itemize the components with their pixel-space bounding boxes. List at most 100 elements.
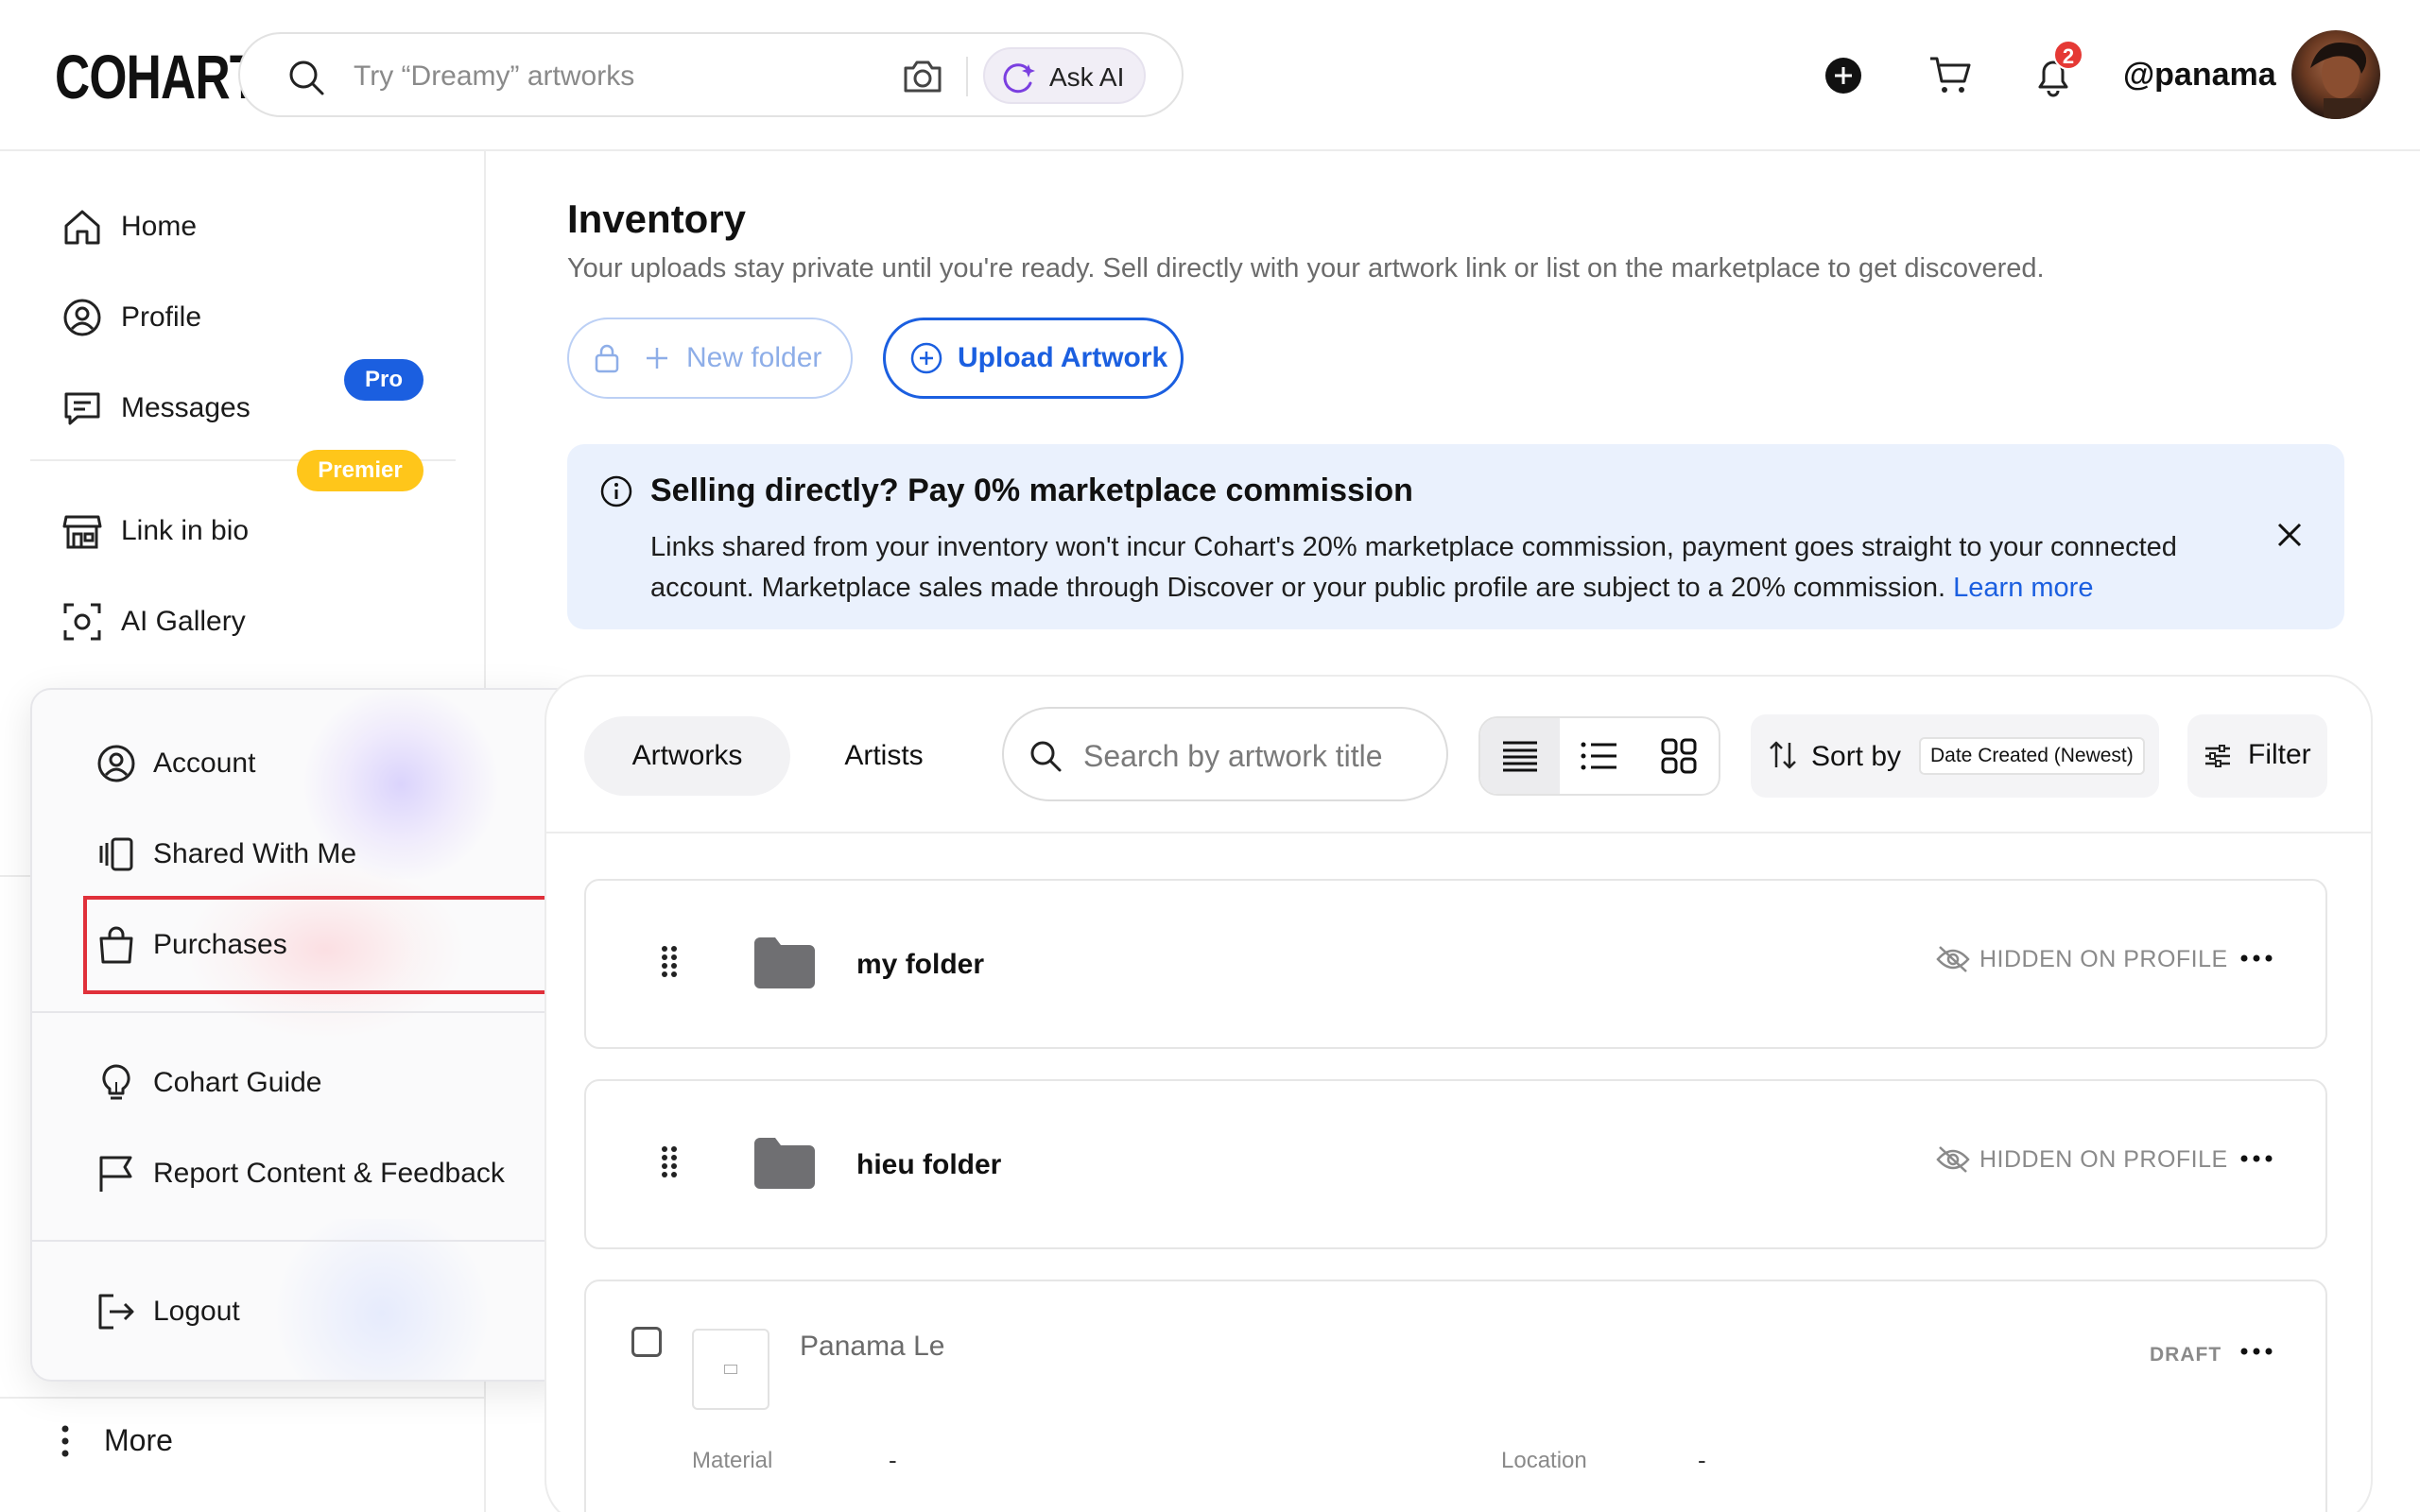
menu-item-shared-with-me[interactable]: Shared With Me: [95, 826, 356, 883]
profile-icon: [60, 296, 104, 339]
view-mode-toggle: [1478, 716, 1720, 796]
pro-badge: Pro: [344, 359, 424, 401]
search-icon: [287, 59, 325, 96]
menu-item-account[interactable]: Account: [95, 735, 255, 792]
folder-row[interactable]: hieu folder HIDDEN ON PROFILE: [584, 1079, 2327, 1249]
avatar[interactable]: [2291, 30, 2380, 119]
more-horizontal-icon[interactable]: [2240, 954, 2273, 962]
view-grid-button[interactable]: [1639, 718, 1719, 794]
commission-info-banner: Selling directly? Pay 0% marketplace com…: [567, 444, 2344, 629]
list-icon: [1581, 741, 1618, 771]
decorative-glow: [259, 1219, 505, 1380]
filter-sliders-icon: [2203, 741, 2233, 771]
lightbulb-icon: [95, 1061, 138, 1105]
panel-divider: [546, 832, 2371, 833]
menu-divider: [32, 1240, 575, 1242]
menu-item-cohart-guide[interactable]: Cohart Guide: [95, 1055, 321, 1111]
sidebar-item-link-in-bio[interactable]: Link in bio: [60, 503, 249, 559]
camera-icon[interactable]: [902, 57, 943, 94]
image-placeholder-icon: [724, 1365, 737, 1374]
new-folder-button[interactable]: New folder: [567, 318, 853, 399]
sidebar-item-profile[interactable]: Profile: [60, 289, 201, 346]
search-divider: [966, 57, 968, 96]
eye-off-icon: [1936, 1145, 1970, 1174]
tab-artworks[interactable]: Artworks: [584, 716, 790, 796]
status-badge: DRAFT: [2150, 1344, 2222, 1366]
menu-item-report-content[interactable]: Report Content & Feedback: [95, 1145, 505, 1202]
lock-icon: [594, 343, 620, 373]
cart-icon[interactable]: [1928, 55, 1972, 96]
folder-name: my folder: [856, 949, 985, 980]
global-search-input[interactable]: Try “Dreamy” artworks: [354, 60, 634, 93]
artwork-search-bar[interactable]: Search by artwork title: [1002, 707, 1448, 801]
sidebar-item-messages[interactable]: Messages: [60, 380, 251, 437]
more-horizontal-icon[interactable]: [2240, 1348, 2273, 1355]
artwork-search-input[interactable]: Search by artwork title: [1083, 739, 1383, 774]
tab-artists[interactable]: Artists: [832, 716, 936, 796]
select-checkbox[interactable]: [631, 1327, 662, 1357]
sidebar-divider: [0, 1397, 486, 1399]
sort-arrows-icon: [1768, 739, 1798, 771]
sort-value: Date Created (Newest): [1919, 737, 2145, 775]
filter-button[interactable]: Filter: [2187, 714, 2327, 798]
folder-icon: [752, 936, 817, 990]
username-label[interactable]: @panama: [2123, 57, 2276, 94]
compact-list-icon: [1501, 739, 1539, 773]
artist-name: Panama Le: [800, 1331, 945, 1362]
sidebar-more[interactable]: More: [60, 1423, 173, 1458]
material-value: -: [889, 1446, 897, 1474]
location-value: -: [1698, 1446, 1706, 1474]
visibility-status: HIDDEN ON PROFILE: [1936, 945, 2228, 973]
page-title: Inventory: [567, 197, 747, 241]
global-search-bar[interactable]: Try “Dreamy” artworks Ask AI: [238, 32, 1184, 117]
folder-name: hieu folder: [856, 1149, 1002, 1180]
info-icon: [599, 474, 633, 508]
notification-badge: 2: [2053, 40, 2083, 70]
account-dropdown-menu: Account Shared With Me Purchases Cohart …: [30, 688, 577, 1382]
sidebar-item-ai-gallery[interactable]: AI Gallery: [60, 593, 246, 650]
scan-face-icon: [60, 600, 104, 644]
menu-divider: [32, 1011, 575, 1013]
drag-handle-icon[interactable]: [660, 945, 679, 977]
storefront-icon: [60, 509, 104, 553]
plus-icon: [645, 346, 669, 370]
more-horizontal-icon[interactable]: [2240, 1155, 2273, 1162]
banner-title: Selling directly? Pay 0% marketplace com…: [650, 472, 1413, 508]
artwork-card[interactable]: Panama Le DRAFT Material - Location -: [584, 1280, 2327, 1512]
location-label: Location: [1501, 1448, 1587, 1473]
ask-ai-button[interactable]: Ask AI: [983, 47, 1146, 104]
add-circle-icon[interactable]: [1824, 57, 1862, 94]
view-list-button[interactable]: [1560, 718, 1639, 794]
ai-sparkle-icon: [1002, 62, 1036, 94]
close-icon[interactable]: [2274, 520, 2305, 550]
upload-artwork-button[interactable]: Upload Artwork: [883, 318, 1184, 399]
folder-icon: [752, 1136, 817, 1191]
page-subtitle: Your uploads stay private until you're r…: [567, 253, 2045, 284]
more-vertical-icon: [60, 1424, 70, 1458]
search-icon: [1028, 739, 1063, 773]
learn-more-link[interactable]: Learn more: [1953, 573, 2093, 603]
flag-icon: [95, 1152, 138, 1195]
top-header: COHART Try “Dreamy” artworks Ask AI 2 @p…: [0, 0, 2420, 151]
purchases-highlight-box: [83, 896, 558, 994]
cohart-logo[interactable]: COHART: [55, 43, 259, 110]
folder-row[interactable]: my folder HIDDEN ON PROFILE: [584, 879, 2327, 1049]
sidebar-item-home[interactable]: Home: [60, 198, 197, 255]
eye-off-icon: [1936, 945, 1970, 973]
home-icon: [60, 205, 104, 249]
material-label: Material: [692, 1448, 773, 1473]
grid-icon: [1660, 737, 1698, 775]
shared-icon: [95, 833, 138, 876]
view-compact-button[interactable]: [1480, 718, 1560, 794]
message-icon: [60, 387, 104, 430]
account-icon: [95, 742, 138, 785]
logout-icon: [95, 1290, 138, 1333]
banner-body: Links shared from your inventory won't i…: [650, 532, 2177, 603]
sidebar-divider: [0, 875, 32, 877]
visibility-status: HIDDEN ON PROFILE: [1936, 1145, 2228, 1174]
menu-item-logout[interactable]: Logout: [95, 1283, 240, 1340]
plus-circle-icon: [910, 342, 942, 374]
artwork-thumbnail[interactable]: [692, 1329, 769, 1410]
drag-handle-icon[interactable]: [660, 1145, 679, 1177]
sort-dropdown[interactable]: Sort by Date Created (Newest): [1751, 714, 2159, 798]
